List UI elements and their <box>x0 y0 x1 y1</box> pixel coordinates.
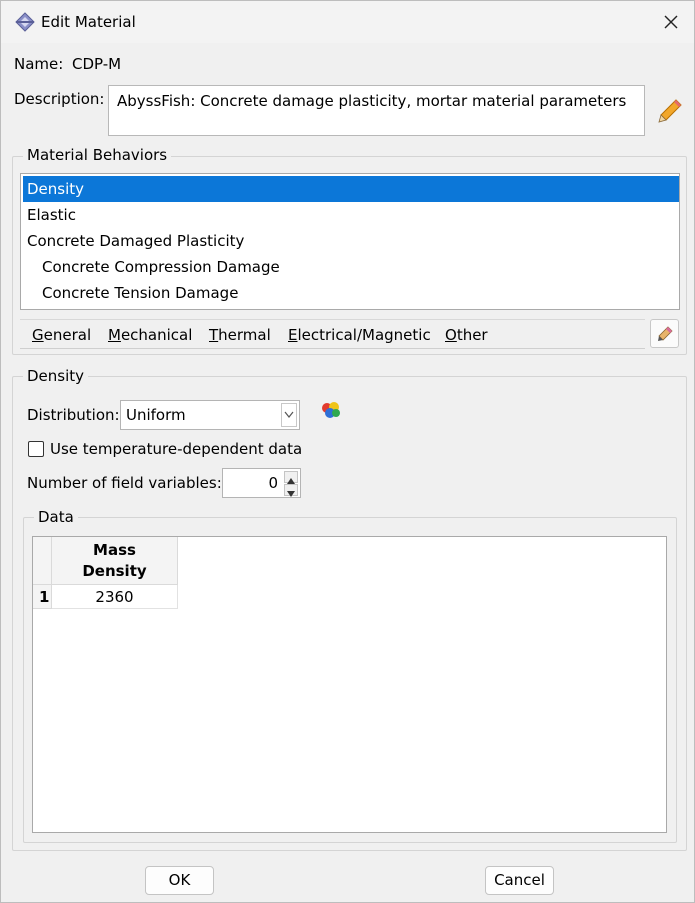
menu-label: eneral <box>43 326 92 344</box>
description-label: Description: <box>14 90 105 108</box>
temperature-dependent-checkbox[interactable] <box>28 441 44 457</box>
menu-mnemonic: O <box>445 326 457 344</box>
field-variables-label: Number of field variables: <box>27 474 222 492</box>
density-title: Density <box>23 367 89 385</box>
data-table[interactable]: Mass Density 1 2360 <box>32 536 667 833</box>
menu-other[interactable]: Other <box>445 326 488 344</box>
menu-mnemonic: T <box>209 326 219 344</box>
eraser-pencil-icon <box>658 326 673 341</box>
list-item[interactable]: Elastic <box>23 202 679 228</box>
table-corner <box>33 537 52 585</box>
description-field[interactable]: AbyssFish: Concrete damage plasticity, m… <box>108 85 645 136</box>
menu-mnemonic: G <box>32 326 44 344</box>
menu-label: echanical <box>120 326 193 344</box>
field-variables-value: 0 <box>268 474 278 492</box>
edit-material-dialog: Edit Material Name: CDP-M Description: A… <box>0 0 695 903</box>
menu-label: lectrical/Magnetic <box>297 326 431 344</box>
color-cube-icon[interactable] <box>320 401 342 419</box>
distribution-value: Uniform <box>126 406 186 424</box>
distribution-label: Distribution: <box>27 406 120 424</box>
column-header-line: Mass <box>93 541 136 559</box>
ok-button[interactable]: OK <box>145 866 214 895</box>
menu-thermal[interactable]: Thermal <box>209 326 271 344</box>
behaviors-menubar: General Mechanical Thermal Electrical/Ma… <box>20 319 645 349</box>
name-label: Name: <box>14 55 64 73</box>
title-bar: Edit Material <box>1 1 694 43</box>
cancel-button[interactable]: Cancel <box>485 866 554 895</box>
close-icon[interactable] <box>662 13 680 31</box>
window-title: Edit Material <box>41 13 136 31</box>
dropdown-button[interactable] <box>281 403 297 427</box>
distribution-select[interactable]: Uniform <box>120 400 300 430</box>
list-item[interactable]: Concrete Tension Damage <box>23 280 679 306</box>
list-item[interactable]: Concrete Damaged Plasticity <box>23 228 679 254</box>
column-header-mass-density[interactable]: Mass Density <box>52 537 178 585</box>
pencil-icon[interactable] <box>656 97 684 125</box>
behaviors-list[interactable]: Density Elastic Concrete Damaged Plastic… <box>20 173 680 310</box>
chevron-down-icon <box>284 411 294 418</box>
menu-mnemonic: M <box>108 326 121 344</box>
list-item[interactable]: Density <box>23 176 679 202</box>
arrow-down-icon <box>287 491 295 497</box>
table-cell[interactable]: 2360 <box>52 585 178 609</box>
data-title: Data <box>34 508 78 526</box>
menu-label: ther <box>456 326 488 344</box>
menu-mechanical[interactable]: Mechanical <box>108 326 192 344</box>
abaqus-icon <box>15 12 35 32</box>
material-behaviors-title: Material Behaviors <box>23 146 172 164</box>
menu-label: hermal <box>218 326 271 344</box>
field-variables-stepper[interactable]: 0 <box>222 468 301 498</box>
row-header[interactable]: 1 <box>33 585 52 609</box>
menu-general[interactable]: General <box>32 326 91 344</box>
menu-electrical-magnetic[interactable]: Electrical/Magnetic <box>288 326 431 344</box>
column-header-line: Density <box>82 562 147 580</box>
list-item[interactable]: Concrete Compression Damage <box>23 254 679 280</box>
temperature-dependent-label: Use temperature-dependent data <box>50 440 303 458</box>
spin-up-button[interactable] <box>284 471 298 484</box>
material-name: CDP-M <box>72 55 122 73</box>
edit-behavior-button[interactable] <box>650 319 679 348</box>
spin-down-button[interactable] <box>284 484 298 497</box>
